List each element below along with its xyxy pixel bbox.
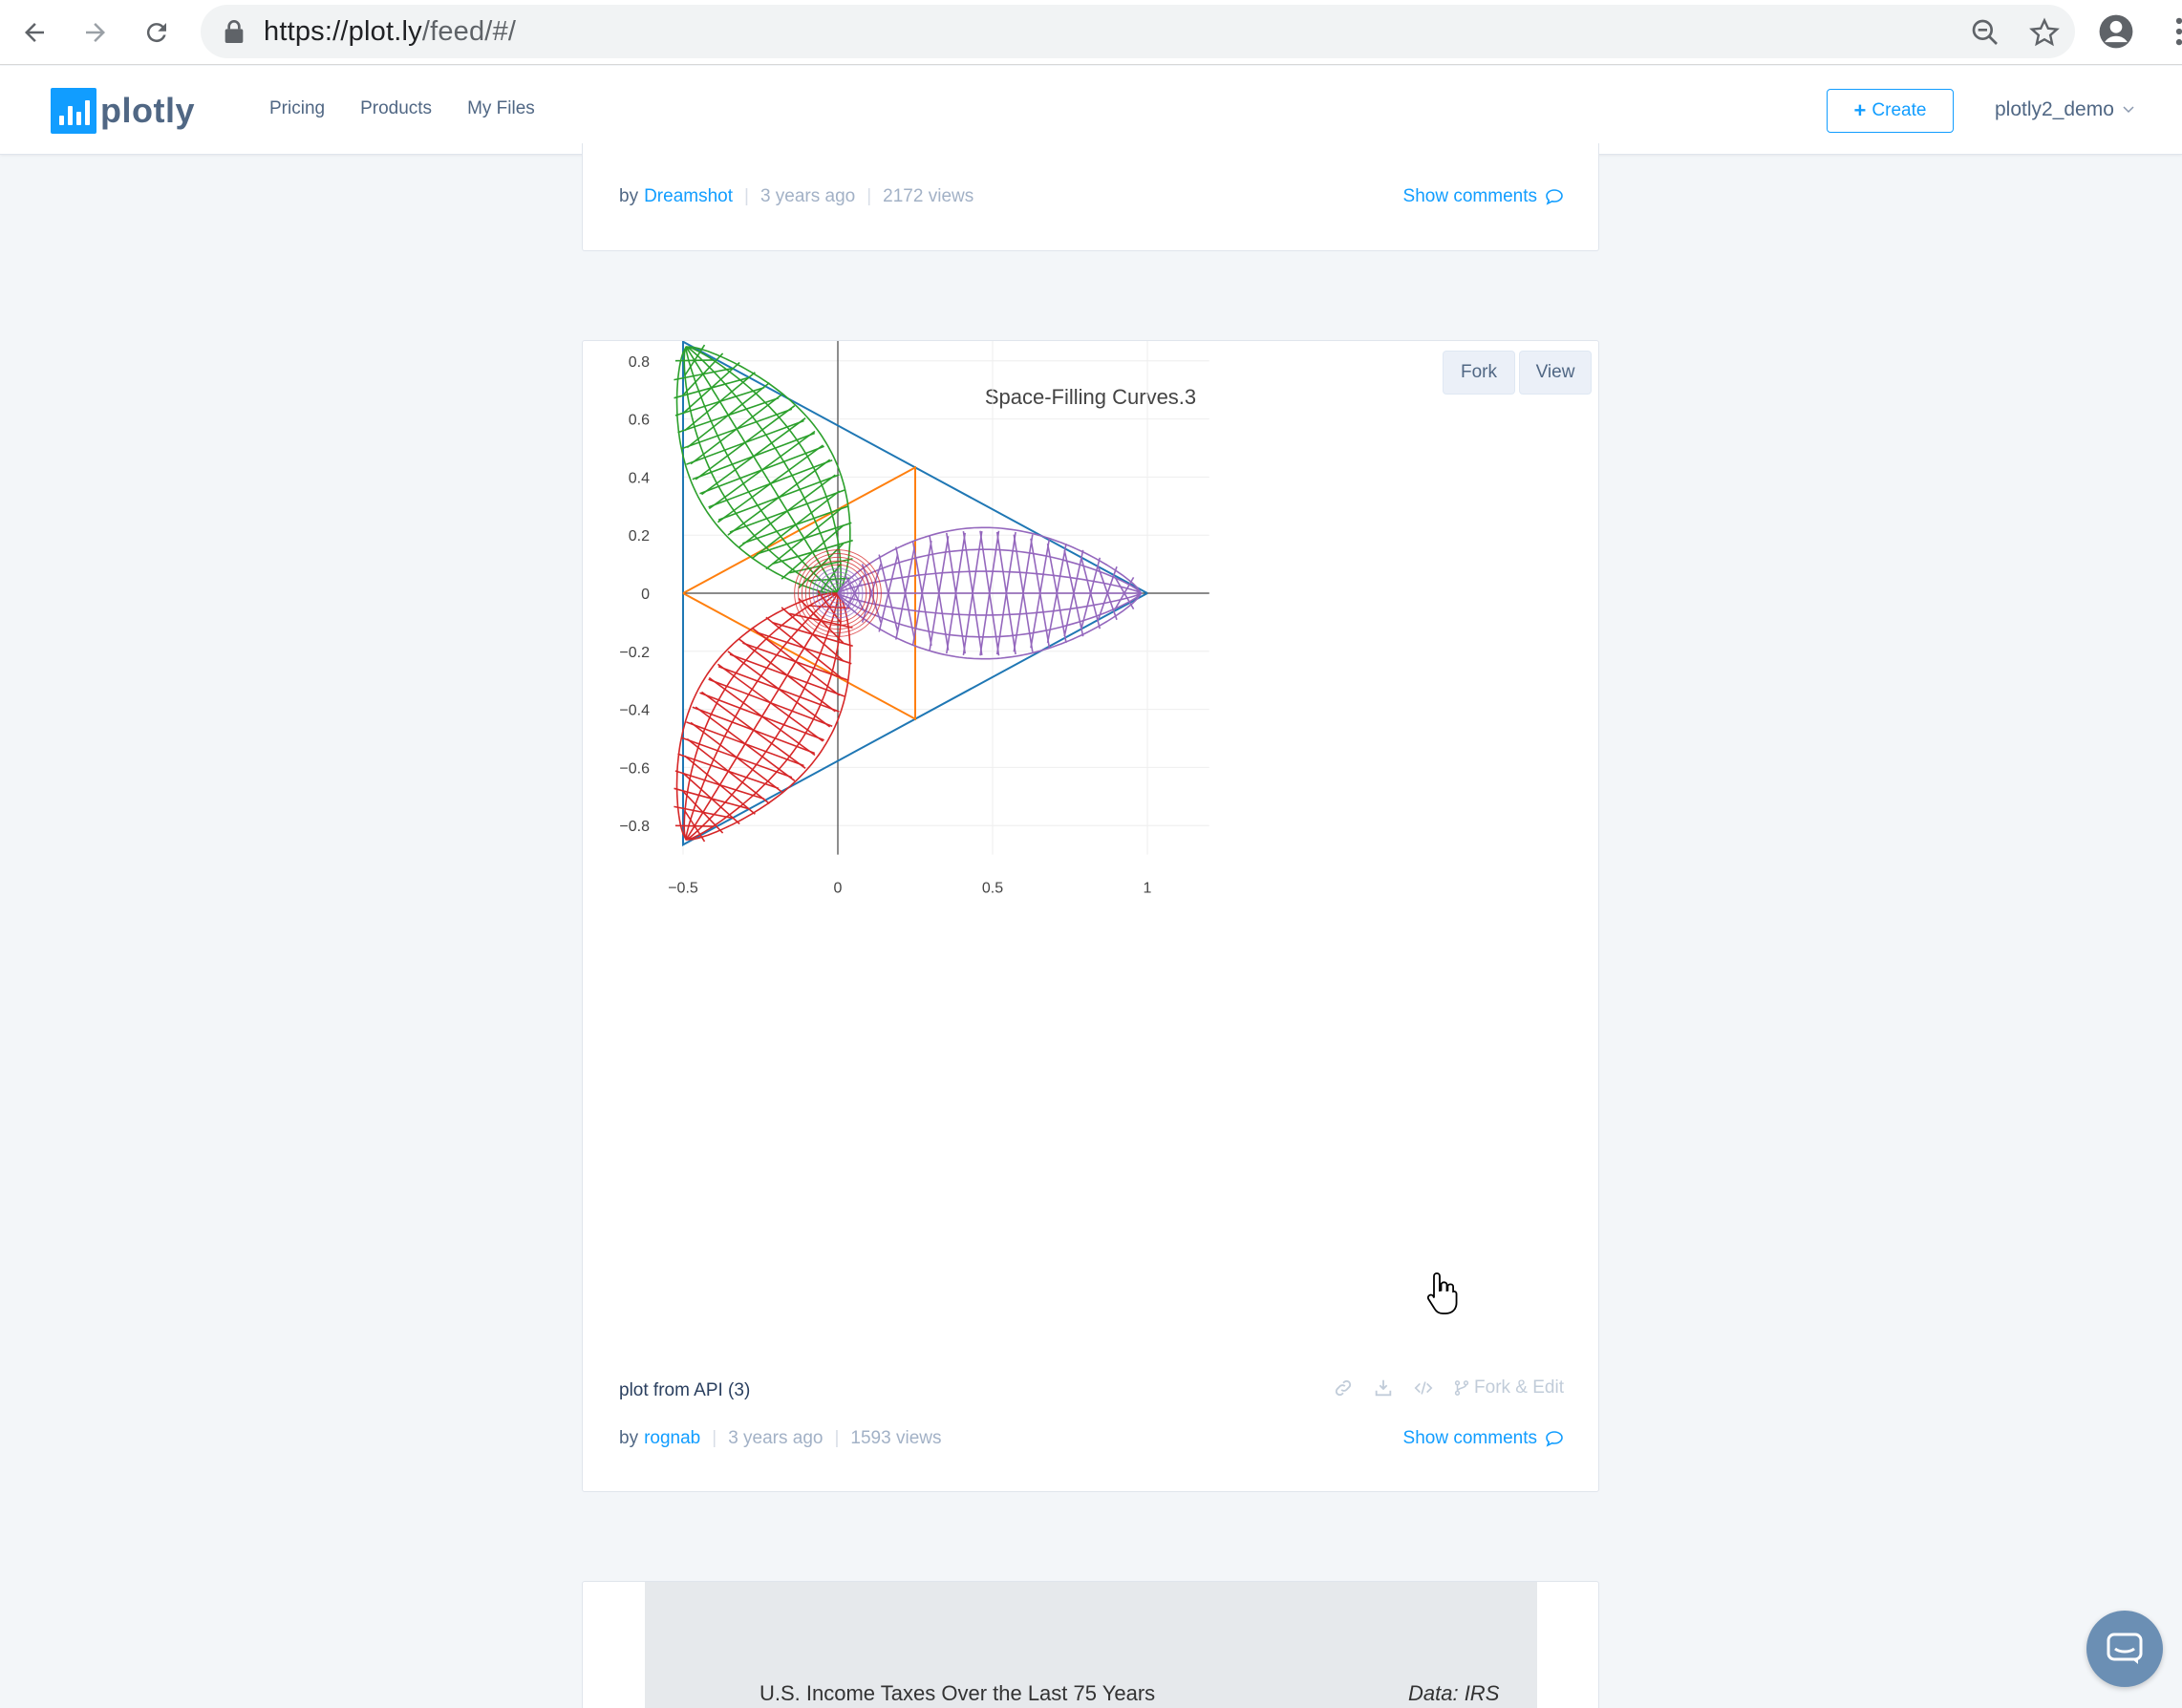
link-icon[interactable] (1333, 1377, 1354, 1398)
y-tick-label: 0 (641, 587, 650, 603)
star-icon[interactable] (2029, 17, 2060, 48)
arrow-right-icon (86, 23, 105, 42)
card-meta: by rognab | 3 years ago | 1593 views (619, 1428, 941, 1449)
nav-products[interactable]: Products (360, 98, 432, 119)
petal-weave (681, 737, 793, 779)
x-tick-label: 1 (1144, 881, 1152, 897)
account-icon[interactable] (2098, 13, 2134, 50)
feed-card-next: U.S. Income Taxes Over the Last 75 Years… (582, 1581, 1599, 1708)
create-label: Create (1872, 100, 1927, 120)
view-count: 2172 views (883, 186, 974, 206)
browser-toolbar: https://plot.ly/feed/#/ (0, 0, 2182, 65)
user-menu[interactable]: plotly2_demo (1995, 98, 2135, 121)
plot-caption: plot from API (3) (619, 1380, 751, 1400)
url-host: https://plot.ly (264, 16, 422, 47)
plotly-logo-icon (51, 88, 96, 134)
y-tick-label: −0.4 (619, 703, 650, 719)
y-tick-label: −0.6 (619, 760, 650, 777)
y-tick-label: 0.8 (629, 354, 650, 371)
embed-code-icon[interactable] (1413, 1377, 1434, 1398)
chat-icon (2107, 1633, 2143, 1664)
fork-edit-link[interactable]: Fork & Edit (1453, 1377, 1564, 1398)
meta-separator: | (744, 186, 749, 206)
hand-cursor-icon (1426, 1272, 1458, 1314)
feed-card-plot: Fork View Space-Filling Curves.3 −0.5 0 0.… (582, 340, 1599, 1492)
petal-series-3 (674, 589, 853, 843)
card-meta: by Dreamshot | 3 years ago | 2172 views (619, 186, 973, 207)
main-nav: Pricing Products My Files (269, 98, 535, 119)
comment-icon (1546, 1431, 1563, 1447)
nav-pricing[interactable]: Pricing (269, 98, 325, 119)
chevron-down-icon (2123, 106, 2134, 114)
author-link[interactable]: Dreamshot (644, 186, 733, 207)
show-comments-link[interactable]: Show comments (1403, 1428, 1564, 1449)
y-tick-label: −0.8 (619, 819, 650, 835)
username: plotly2_demo (1995, 98, 2114, 120)
y-tick-label: 0.2 (629, 528, 650, 544)
y-tick-label: −0.2 (619, 645, 650, 661)
petal-series-2 (674, 344, 853, 597)
x-tick-label: −0.5 (668, 881, 698, 897)
download-icon[interactable] (1373, 1377, 1394, 1398)
petal-weave (686, 721, 804, 767)
chart-plot-area[interactable]: −0.5 0 0.5 1 0.8 0.6 0.4 0.2 0 −0.2 −0.4 −0.6 −0.8 (583, 341, 1600, 1354)
petal-weave (701, 417, 806, 496)
author-link[interactable]: rognab (644, 1428, 700, 1449)
comments-label: Show comments (1402, 186, 1537, 206)
reload-button[interactable] (138, 13, 176, 52)
site-header: plotly Pricing Products My Files + Creat… (0, 66, 2182, 155)
y-tick-label: 0.4 (629, 470, 650, 486)
y-tick-label: 0.6 (629, 413, 650, 429)
plotly-logo[interactable]: plotly (51, 88, 195, 134)
plus-icon: + (1853, 98, 1867, 122)
lock-icon (225, 20, 244, 43)
create-button[interactable]: + Create (1827, 89, 1954, 133)
meta-separator: | (834, 1428, 840, 1448)
fork-edit-label: Fork & Edit (1474, 1377, 1564, 1398)
x-tick-label: 0 (834, 881, 843, 897)
petal-weave (729, 653, 845, 697)
url-text: https://plot.ly/feed/#/ (264, 16, 516, 48)
petal-weave (677, 753, 780, 790)
header-overlap-cover (0, 143, 2182, 155)
feed-card-previous: by Dreamshot | 3 years ago | 2172 views … (582, 143, 1599, 251)
time-ago: 3 years ago (759, 186, 856, 206)
reload-icon (146, 23, 166, 43)
card-actions: Fork & Edit (1333, 1377, 1564, 1398)
meta-separator: | (712, 1428, 717, 1448)
fork-icon (1454, 1380, 1469, 1396)
forward-button[interactable] (76, 13, 115, 52)
petal-weave (708, 430, 816, 510)
time-ago: 3 years ago (728, 1428, 824, 1448)
next-chart-title: U.S. Income Taxes Over the Last 75 Years (759, 1681, 1156, 1705)
menu-dots-icon[interactable] (2161, 13, 2182, 50)
nav-my-files[interactable]: My Files (467, 98, 535, 119)
zoom-out-icon[interactable] (1970, 17, 2000, 48)
petal-weave (695, 405, 796, 480)
comments-label: Show comments (1402, 1428, 1537, 1448)
meta-separator: | (866, 186, 872, 206)
petal-weave (674, 824, 715, 827)
chat-launcher[interactable] (2086, 1611, 2163, 1687)
logo-text: plotly (100, 91, 195, 130)
petal-weave (717, 665, 840, 713)
by-label: by (619, 1428, 639, 1448)
show-comments-link[interactable]: Show comments (1403, 186, 1564, 207)
petal-weave (717, 444, 824, 523)
view-count: 1593 views (850, 1428, 942, 1448)
by-label: by (619, 186, 639, 206)
comment-icon (1546, 189, 1563, 205)
back-button[interactable] (15, 13, 53, 52)
petal-weave (727, 459, 831, 536)
next-chart-preview[interactable]: U.S. Income Taxes Over the Last 75 Years… (645, 1582, 1537, 1708)
url-path: /feed/#/ (421, 16, 517, 47)
next-chart-source: Data: IRS (1408, 1681, 1500, 1705)
x-tick-label: 0.5 (982, 881, 1003, 897)
petal-series-4 (837, 526, 1143, 660)
arrow-left-icon (25, 23, 44, 42)
address-bar[interactable]: https://plot.ly/feed/#/ (201, 5, 2075, 58)
